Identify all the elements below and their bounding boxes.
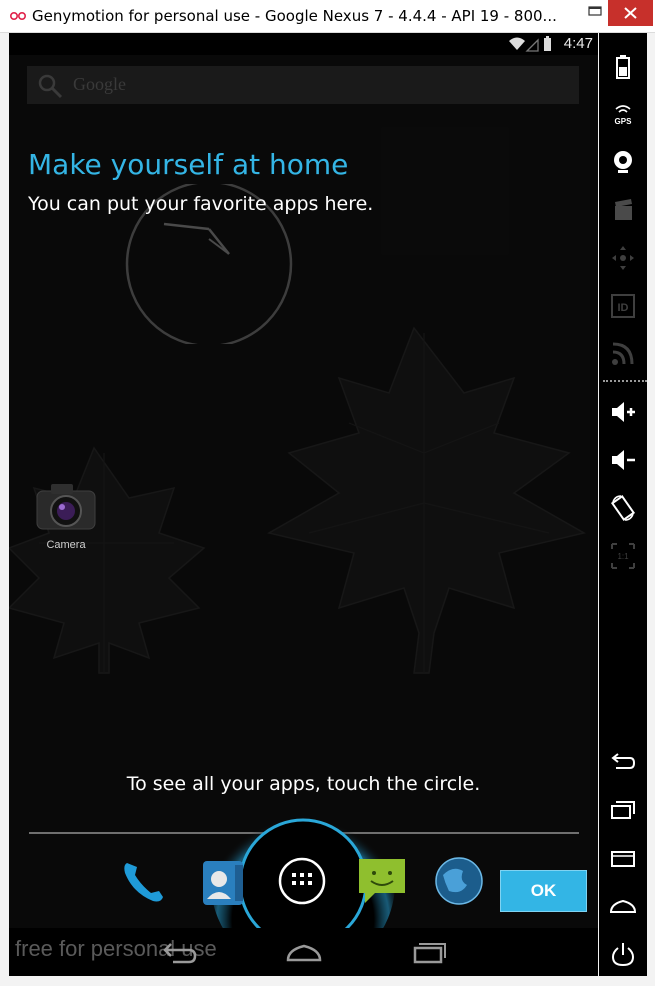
camera-app-shortcut[interactable]: Camera [34, 481, 98, 551]
camera-label: Camera [46, 539, 86, 551]
recent-apps-icon[interactable] [409, 938, 449, 966]
device-id-tool-button[interactable]: ID [599, 287, 647, 323]
ok-button[interactable]: OK [500, 870, 587, 912]
battery-icon [544, 38, 551, 51]
volume-down-icon [612, 450, 635, 470]
battery-tool-button[interactable] [599, 47, 647, 83]
android-screen: 4:47 Google Make yourself at home You ca… [9, 33, 598, 976]
id-icon: ID [611, 294, 635, 318]
browser-icon[interactable] [433, 855, 485, 907]
rss-tool-button[interactable] [599, 335, 647, 371]
minimize-button[interactable] [585, 0, 605, 26]
status-time: 4:47 [563, 35, 593, 52]
close-icon [624, 7, 637, 19]
contacts-icon[interactable] [199, 857, 249, 909]
volume-down-button[interactable] [599, 441, 647, 477]
volume-up-button[interactable] [599, 393, 647, 429]
menu-icon [611, 851, 635, 867]
rotate-icon [610, 494, 636, 522]
back-icon [611, 753, 636, 769]
window-titlebar: Genymotion for personal use - Google Nex… [0, 0, 655, 33]
wifi-icon [509, 37, 525, 50]
battery-icon [616, 55, 630, 79]
home-icon[interactable] [284, 938, 324, 966]
home-icon [610, 899, 636, 913]
dpad-tool-button[interactable] [599, 239, 647, 275]
google-search-bar[interactable]: Google [27, 66, 579, 104]
recent-apps-button[interactable] [599, 791, 647, 827]
webcam-tool-button[interactable] [599, 143, 647, 179]
toolbar-separator [603, 380, 647, 382]
gps-icon: GPS [615, 105, 633, 126]
webcam-icon [614, 151, 632, 173]
search-icon [38, 74, 63, 99]
status-icons [509, 36, 551, 52]
cling-title: Make yourself at home [28, 148, 349, 181]
back-button[interactable] [599, 743, 647, 779]
search-label: Google [73, 74, 126, 94]
back-icon[interactable] [159, 938, 199, 966]
gps-tool-button[interactable]: GPS [599, 95, 647, 131]
recent-apps-icon [611, 801, 635, 819]
pixel-perfect-icon: 1:1 [611, 543, 635, 569]
all-apps-icon[interactable] [277, 855, 327, 907]
emulator-toolbar: GPS ID 1:1 [599, 33, 647, 976]
navigation-bar: free for personal use [9, 928, 598, 976]
status-bar: 4:47 [9, 33, 598, 55]
volume-up-icon [612, 402, 635, 422]
minimize-icon [588, 6, 602, 16]
dpad-icon [612, 246, 634, 270]
capture-icon [615, 199, 632, 220]
messaging-icon[interactable] [357, 855, 409, 907]
power-button[interactable] [599, 935, 647, 971]
signal-icon [525, 38, 539, 52]
close-button[interactable] [608, 0, 653, 26]
rotate-button[interactable] [599, 489, 647, 525]
camera-icon [36, 484, 96, 530]
power-icon [611, 943, 635, 967]
genymotion-logo-icon [9, 11, 27, 21]
rss-icon [612, 342, 634, 365]
gps-label: GPS [615, 117, 633, 126]
home-button[interactable] [599, 887, 647, 923]
menu-button[interactable] [599, 839, 647, 875]
phone-icon[interactable] [119, 855, 175, 907]
ratio-label: 1:1 [617, 552, 629, 561]
capture-tool-button[interactable] [599, 191, 647, 227]
cling-body: You can put your favorite apps here. [28, 193, 374, 215]
window-title: Genymotion for personal use - Google Nex… [32, 7, 557, 25]
pixel-perfect-button[interactable]: 1:1 [599, 537, 647, 573]
id-label: ID [618, 302, 629, 314]
